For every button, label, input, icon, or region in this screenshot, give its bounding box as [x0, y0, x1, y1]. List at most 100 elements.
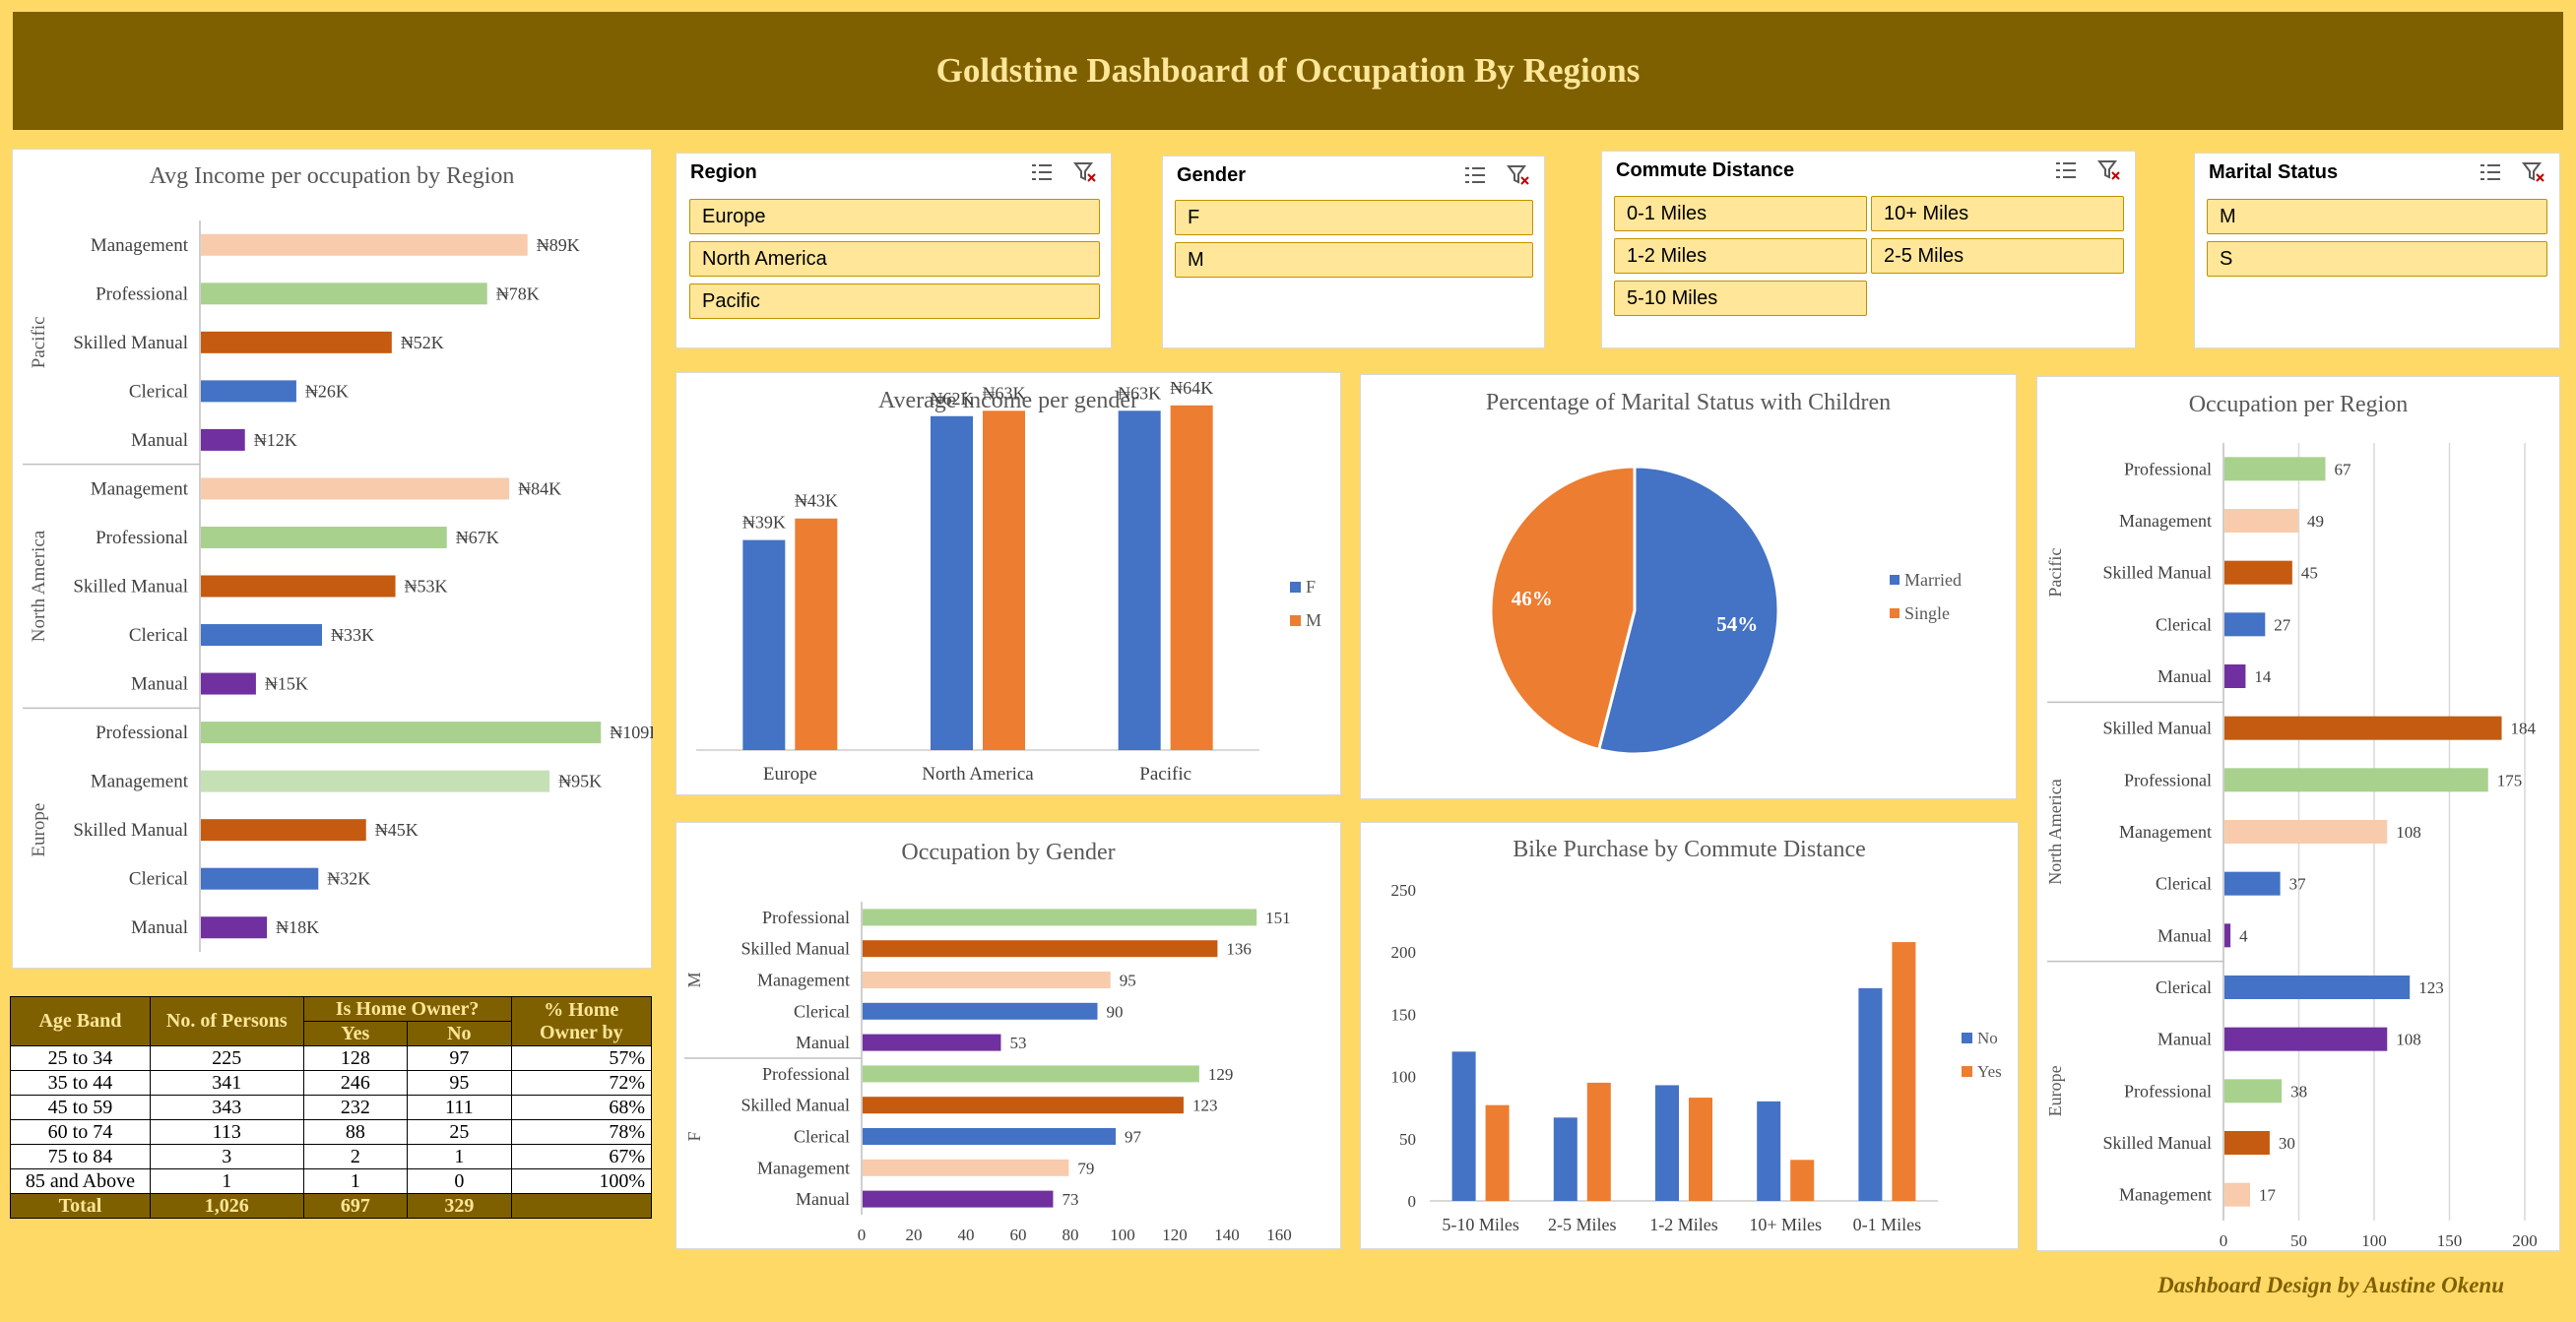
data-label: ₦53K: [405, 577, 448, 597]
data-label: 17: [2259, 1186, 2277, 1205]
bar: [201, 672, 256, 695]
bar: [1451, 1051, 1476, 1201]
bar: [863, 1190, 1054, 1208]
slicer-item-f[interactable]: F: [1175, 200, 1533, 235]
cell-no: 1: [407, 1144, 512, 1169]
clear-filter-icon[interactable]: [1507, 164, 1530, 186]
bar: [2224, 1131, 2270, 1155]
category-label: 5-10 Miles: [1442, 1215, 1519, 1234]
bar: [201, 819, 366, 842]
bar: [2224, 560, 2292, 585]
bike-commute-chart: Bike Purchase by Commute Distance 0 50 100…: [1360, 822, 2019, 1249]
bar: [2224, 976, 2411, 999]
bar: [863, 909, 1257, 926]
slicer-item-10-plus-miles[interactable]: 10+ Miles: [1871, 196, 2124, 231]
category-label: Skilled Manual: [2103, 719, 2213, 738]
occupation-region-svg: Pacific Professional 67 Management 49 Skilled…: [2045, 443, 2538, 1250]
legend-swatch: [1962, 1066, 1972, 1077]
bar: [2224, 716, 2502, 740]
bar: [201, 233, 528, 256]
legend-label: Married: [1904, 570, 1962, 590]
category-label: Clerical: [794, 1001, 850, 1021]
category-label: Management: [91, 772, 189, 792]
bike-commute-svg: 0 50 100 150 200 250 5-10 Miles 2-5 Miles 1-2 Mi…: [1391, 881, 2002, 1234]
slicer-item-1-2-miles[interactable]: 1-2 Miles: [1614, 238, 1867, 274]
legend-label: F: [1306, 577, 1316, 597]
clear-filter-icon[interactable]: [2522, 161, 2545, 183]
data-label: 45: [2301, 564, 2318, 583]
category-label: Professional: [2124, 770, 2212, 789]
category-label: Clerical: [2156, 977, 2212, 997]
slicer-item-m[interactable]: M: [2207, 199, 2547, 234]
slicer-item-2-5-miles[interactable]: 2-5 Miles: [1871, 238, 2124, 274]
category-label: Clerical: [2156, 614, 2212, 634]
category-label: Manual: [2157, 925, 2212, 945]
category-label: Management: [91, 235, 189, 256]
cell-persons: 225: [149, 1045, 304, 1071]
dashboard-title: Goldstine Dashboard of Occupation By Reg…: [935, 51, 1641, 90]
bar: [2224, 509, 2298, 533]
cell-pct: 72%: [510, 1070, 653, 1096]
multi-select-icon[interactable]: [1030, 161, 1054, 183]
bar: [863, 1097, 1184, 1114]
cell-persons: 3: [149, 1144, 304, 1169]
legend-label: No: [1977, 1029, 1998, 1047]
group-label: Europe: [29, 803, 49, 857]
cell-age: 60 to 74: [10, 1119, 151, 1145]
slicer-item-s[interactable]: S: [2207, 241, 2547, 277]
data-label: 136: [1226, 940, 1252, 959]
category-label: Skilled Manual: [2103, 1133, 2213, 1153]
tick-label: 0: [2220, 1231, 2228, 1250]
tick-label: 150: [1391, 1005, 1417, 1024]
data-label: ₦52K: [401, 333, 444, 352]
header-pct: % Home Owner by: [510, 996, 653, 1046]
group-label: Europe: [2045, 1065, 2065, 1116]
category-label: Manual: [796, 1033, 850, 1052]
marital-pie-svg: 54% Married 46% Single: [1489, 465, 1962, 756]
region-slicer: Region Europe North America Pacific: [676, 153, 1112, 348]
category-label: Professional: [96, 528, 188, 548]
slicer-item-m[interactable]: M: [1175, 242, 1533, 278]
cell-pct: 67%: [510, 1144, 653, 1169]
category-label: Management: [91, 478, 189, 499]
cell-yes: 232: [302, 1095, 409, 1120]
cell-persons: 1: [149, 1168, 304, 1194]
clear-filter-icon[interactable]: [2097, 159, 2121, 181]
bar: [2224, 664, 2246, 688]
category-label: Professional: [762, 908, 850, 927]
table-row: 75 to 84 3 2 1 67%: [10, 1144, 653, 1169]
data-label: 123: [1192, 1097, 1218, 1115]
slicer-item-5-10-miles[interactable]: 5-10 Miles: [1614, 281, 1867, 316]
tick-label: 60: [1010, 1226, 1027, 1244]
clear-filter-icon[interactable]: [1073, 161, 1097, 183]
multi-select-icon[interactable]: [1463, 164, 1487, 186]
multi-select-icon[interactable]: [2479, 161, 2502, 183]
category-label: Manual: [2157, 1030, 2212, 1049]
slicer-item-north-america[interactable]: North America: [689, 241, 1100, 277]
category-label: Skilled Manual: [2103, 563, 2213, 583]
data-label: 30: [2279, 1134, 2295, 1153]
data-label: ₦63K: [1118, 383, 1161, 403]
avg-income-region-chart: Avg Income per occupation by Region Paci…: [12, 149, 653, 969]
cell-yes: 128: [302, 1045, 409, 1071]
header-persons: No. of Persons: [149, 996, 304, 1046]
bar: [1655, 1085, 1679, 1201]
gender-slicer: Gender F M: [1162, 156, 1545, 348]
bar: [2224, 768, 2488, 792]
bar: [201, 624, 322, 647]
cell-no: 0: [407, 1168, 512, 1194]
slicer-item-0-1-miles[interactable]: 0-1 Miles: [1614, 196, 1867, 231]
avg-income-gender-chart: Average income per gender Europe ₦39K ₦43K…: [676, 372, 1341, 795]
bar: [1553, 1117, 1578, 1201]
tick-label: 200: [1391, 943, 1417, 962]
slicer-item-pacific[interactable]: Pacific: [689, 283, 1100, 319]
cell-yes: 246: [302, 1070, 409, 1096]
table-row: 45 to 59 343 232 111 68%: [10, 1095, 653, 1120]
bar: [1586, 1082, 1611, 1201]
category-label: North America: [922, 764, 1034, 785]
multi-select-icon[interactable]: [2054, 159, 2078, 181]
category-label: Skilled Manual: [741, 939, 851, 959]
group-label: M: [684, 972, 704, 987]
tick-label: 250: [1391, 881, 1417, 900]
slicer-item-europe[interactable]: Europe: [689, 199, 1100, 234]
